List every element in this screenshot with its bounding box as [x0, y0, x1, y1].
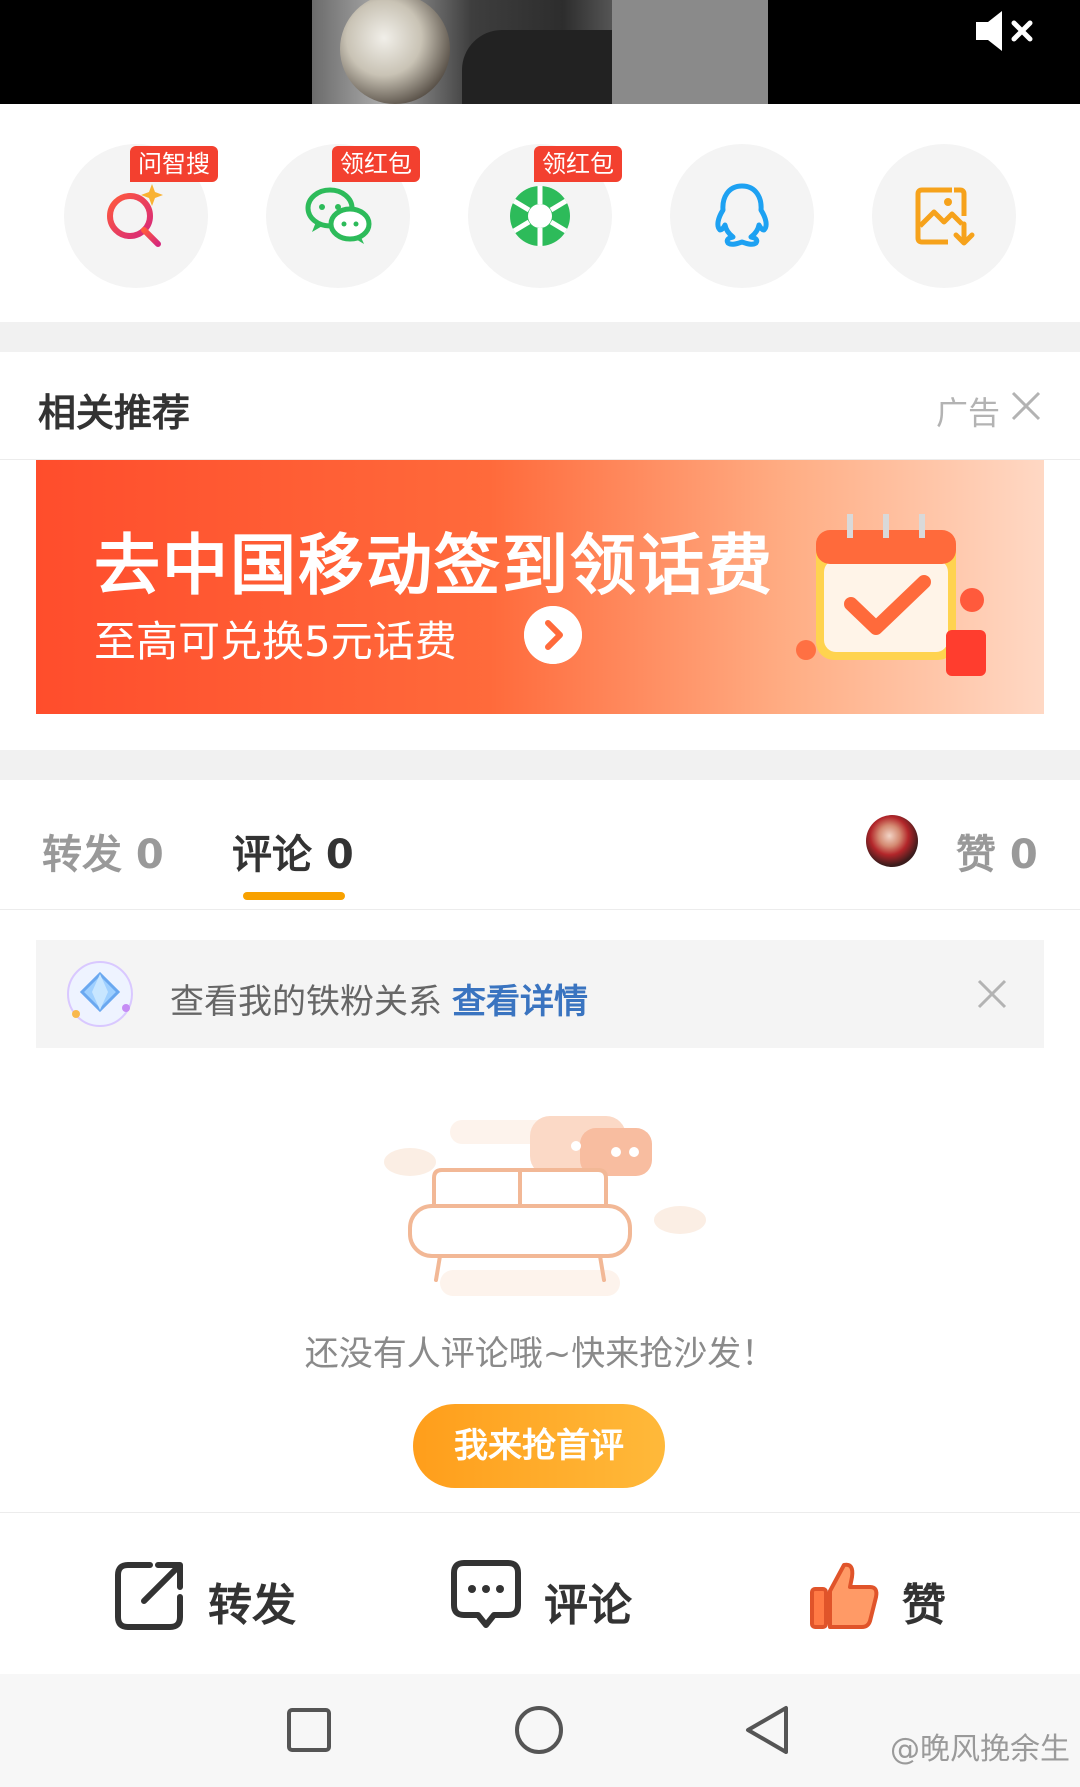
- video-coat: [612, 0, 768, 104]
- tab-repost[interactable]: 转发 0: [42, 822, 164, 880]
- repost-button[interactable]: 转发: [112, 1557, 322, 1633]
- tab-comment[interactable]: 评论 0: [232, 822, 354, 880]
- ad-label: 广告: [935, 394, 1000, 432]
- diamond-icon: [67, 961, 133, 1027]
- bottom-action-bar: 转发 评论 赞: [0, 1512, 1080, 1674]
- calendar-check-icon: [796, 514, 986, 676]
- comment-label: 评论: [544, 1580, 632, 1631]
- share-row: 问智搜 领红包 领红包: [0, 104, 1080, 322]
- empty-sofa-illustration: [384, 1116, 706, 1296]
- section-divider: [0, 322, 1080, 352]
- recent-apps-icon[interactable]: [283, 1704, 335, 1756]
- share-icon: [115, 1562, 183, 1630]
- share-save-image-button[interactable]: [872, 144, 1016, 288]
- like-button[interactable]: 赞: [806, 1557, 976, 1633]
- share-qq-button[interactable]: [670, 144, 814, 288]
- wechat-icon: [305, 187, 372, 244]
- related-header: 相关推荐 广告: [0, 352, 1080, 460]
- save-image-icon: [915, 187, 975, 246]
- watermark: @晚风挽余生: [890, 1732, 1070, 1767]
- share-badge: 领红包: [332, 146, 420, 182]
- tab-like[interactable]: 赞 0: [956, 822, 1038, 880]
- close-icon[interactable]: [1010, 390, 1042, 422]
- active-tab-indicator: [243, 892, 345, 900]
- banner-headline: 去中国移动签到领话费: [94, 527, 774, 604]
- video-thumbnail[interactable]: [312, 0, 768, 104]
- fan-relation-text: 查看我的铁粉关系 查看详情: [170, 974, 588, 1023]
- video-dog: [340, 0, 450, 104]
- system-navigation-bar: @晚风挽余生: [0, 1674, 1080, 1787]
- chevron-right-icon: [524, 606, 582, 664]
- share-badge: 问智搜: [130, 146, 218, 182]
- thumbs-up-icon: [810, 1562, 879, 1629]
- comment-button[interactable]: 评论: [448, 1557, 658, 1633]
- fan-relation-link[interactable]: 查看详情: [452, 982, 588, 1022]
- close-icon[interactable]: [976, 978, 1008, 1010]
- section-divider: [0, 750, 1080, 780]
- fan-relation-label: 查看我的铁粉关系: [170, 982, 442, 1022]
- mute-icon[interactable]: [972, 8, 1038, 54]
- share-badge: 领红包: [534, 146, 622, 182]
- avatar[interactable]: [866, 815, 918, 867]
- ai-search-icon: [107, 184, 163, 247]
- back-icon[interactable]: [742, 1704, 794, 1756]
- comment-icon: [451, 1560, 521, 1628]
- empty-comment-text: 还没有人评论哦~快来抢沙发！: [304, 1334, 776, 1374]
- repost-label: 转发: [208, 1580, 296, 1631]
- related-title: 相关推荐: [38, 391, 191, 435]
- home-icon[interactable]: [513, 1704, 565, 1756]
- interaction-tabs: 转发 0 评论 0 赞 0: [0, 780, 1080, 910]
- moments-icon: [510, 186, 570, 246]
- ad-banner[interactable]: 去中国移动签到领话费 至高可兑换5元话费: [36, 460, 1044, 714]
- video-strip[interactable]: [0, 0, 1080, 104]
- banner-subtitle: 至高可兑换5元话费: [94, 617, 457, 666]
- qq-icon: [715, 183, 769, 247]
- fan-relation-bar: 查看我的铁粉关系 查看详情: [36, 940, 1044, 1048]
- like-label: 赞: [902, 1580, 946, 1631]
- first-comment-button[interactable]: 我来抢首评: [413, 1404, 665, 1488]
